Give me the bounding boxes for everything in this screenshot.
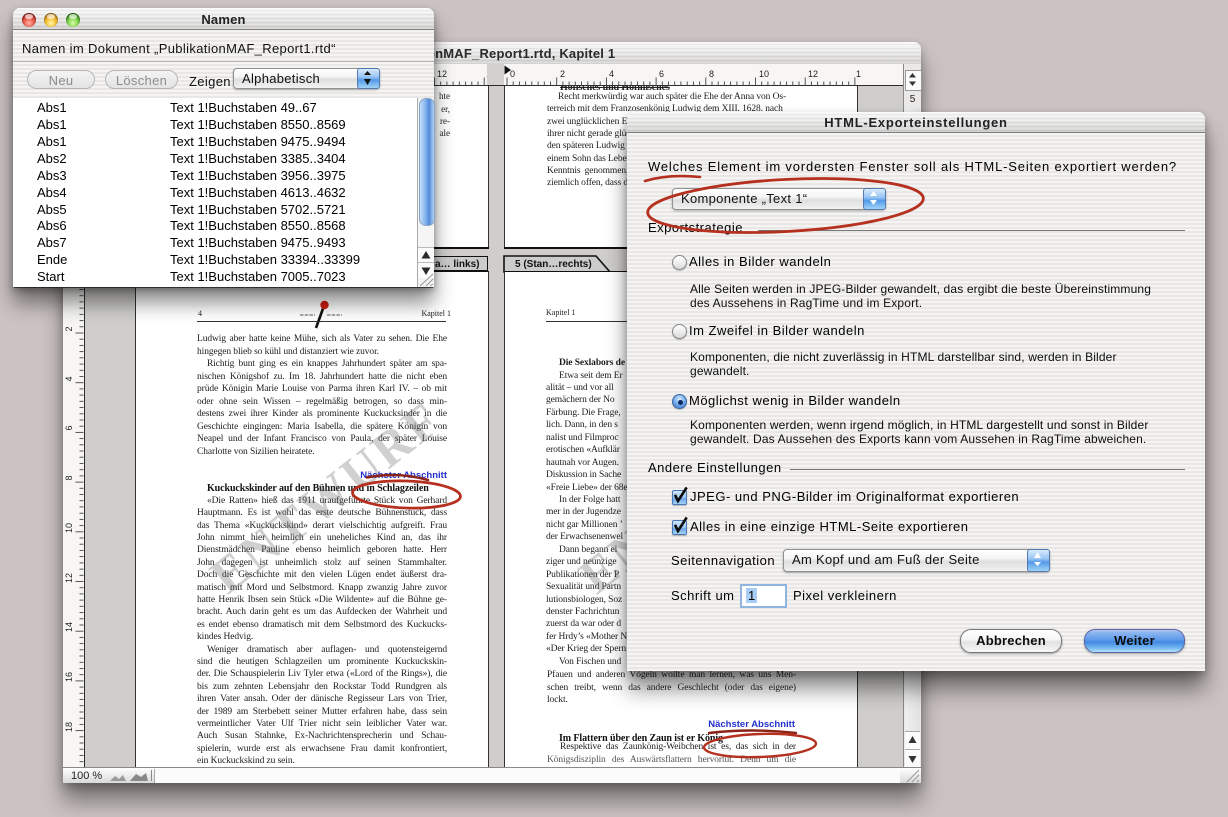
svg-text:4: 4 — [64, 376, 74, 381]
svg-text:1: 1 — [856, 69, 861, 79]
svg-text:2: 2 — [560, 69, 565, 79]
svg-text:18: 18 — [64, 722, 74, 732]
svg-text:10: 10 — [759, 69, 769, 79]
svg-text:12: 12 — [808, 69, 818, 79]
svg-text:14: 14 — [64, 622, 74, 632]
svg-text:8: 8 — [709, 69, 714, 79]
svg-text:2: 2 — [64, 326, 74, 331]
svg-text:0: 0 — [510, 69, 515, 79]
svg-text:12: 12 — [64, 573, 74, 583]
svg-text:6: 6 — [659, 69, 664, 79]
svg-text:8: 8 — [64, 475, 74, 480]
svg-text:12: 12 — [437, 69, 447, 79]
svg-text:16: 16 — [64, 672, 74, 682]
svg-text:4: 4 — [609, 69, 614, 79]
svg-text:6: 6 — [64, 425, 74, 430]
svg-text:10: 10 — [64, 523, 74, 533]
